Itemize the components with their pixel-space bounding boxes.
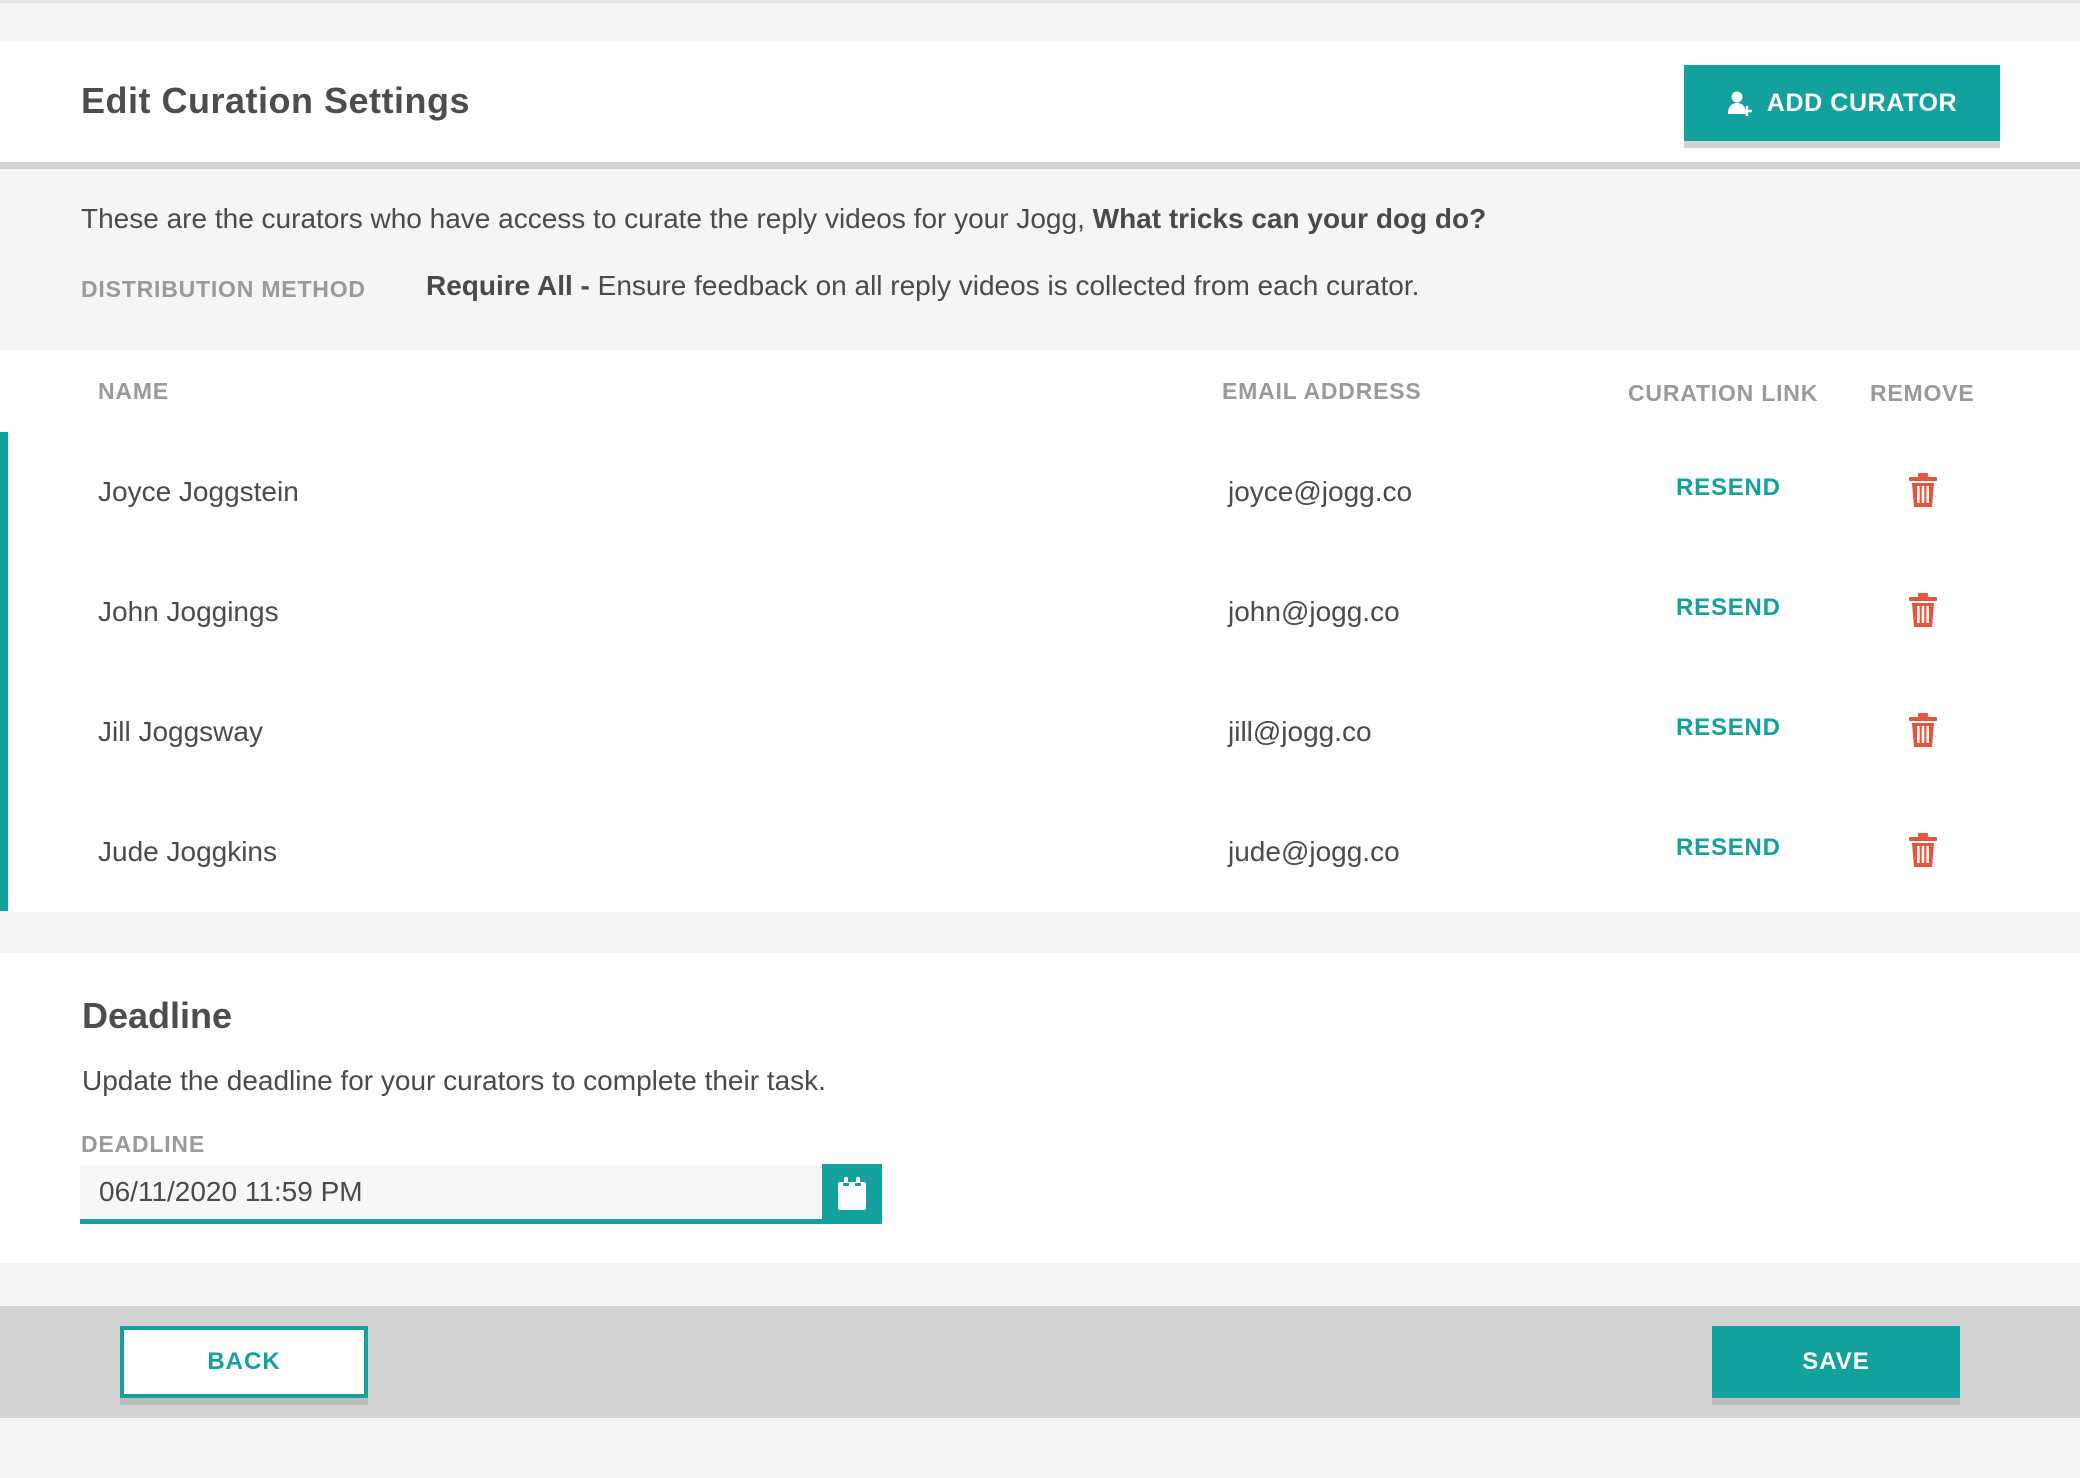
jogg-title: What tricks can your dog do? — [1092, 203, 1487, 234]
table-row: Jill Joggsway jill@jogg.co RESEND — [0, 672, 2080, 792]
add-user-icon — [1727, 91, 1752, 116]
top-border — [0, 0, 2080, 3]
table-row: John Joggings john@jogg.co RESEND — [0, 552, 2080, 672]
curator-email: joyce@jogg.co — [1228, 476, 1413, 507]
calendar-button[interactable] — [822, 1164, 882, 1224]
remove-curator-button[interactable] — [1908, 712, 1938, 748]
resend-link[interactable]: RESEND — [1676, 594, 1781, 622]
curator-name: Joyce Joggstein — [98, 476, 299, 507]
page-header: Edit Curation Settings ADD CURATOR — [0, 42, 2080, 169]
deadline-title: Deadline — [82, 995, 233, 1036]
distribution-method-name: Require All - — [426, 270, 590, 301]
table-row: Joyce Joggstein joyce@jogg.co RESEND — [0, 432, 2080, 552]
resend-link[interactable]: RESEND — [1676, 474, 1781, 502]
table-accent-bar — [0, 432, 8, 911]
remove-curator-button[interactable] — [1908, 472, 1938, 508]
curator-name: Jude Joggkins — [98, 836, 278, 867]
deadline-description: Update the deadline for your curators to… — [82, 1065, 826, 1096]
resend-link[interactable]: RESEND — [1676, 834, 1781, 862]
remove-curator-button[interactable] — [1908, 832, 1938, 868]
add-curator-button[interactable]: ADD CURATOR — [1684, 65, 2000, 141]
deadline-input[interactable] — [80, 1165, 841, 1224]
calendar-icon — [838, 1177, 866, 1210]
footer-bar: BACK SAVE — [0, 1306, 2080, 1418]
curators-table: NAME EMAIL ADDRESS CURATION LINK REMOVE … — [0, 350, 2080, 912]
curator-email: jill@jogg.co — [1228, 716, 1372, 747]
table-row: Jude Joggkins jude@jogg.co RESEND — [0, 792, 2080, 912]
column-header-remove: REMOVE — [1870, 380, 1975, 406]
curator-email: jude@jogg.co — [1228, 836, 1400, 867]
resend-link[interactable]: RESEND — [1676, 714, 1781, 742]
distribution-method-value: Require All - Ensure feedback on all rep… — [426, 270, 1419, 302]
trash-icon — [1909, 593, 1937, 627]
add-curator-label: ADD CURATOR — [1766, 88, 1958, 117]
curator-name: John Joggings — [98, 596, 279, 627]
curator-name: Jill Joggsway — [98, 716, 263, 747]
intro-section: These are the curators who have access t… — [0, 169, 2080, 350]
trash-icon — [1909, 713, 1937, 747]
curator-email: john@jogg.co — [1228, 596, 1400, 627]
back-button[interactable]: BACK — [120, 1326, 368, 1398]
distribution-method-description: Ensure feedback on all reply videos is c… — [597, 270, 1420, 301]
column-header-email: EMAIL ADDRESS — [1222, 378, 1422, 404]
deadline-section: Deadline Update the deadline for your cu… — [0, 953, 2080, 1263]
trash-icon — [1909, 473, 1937, 507]
intro-text: These are the curators who have access t… — [81, 203, 1486, 235]
deadline-field-label: DEADLINE — [81, 1131, 205, 1157]
intro-sentence: These are the curators who have access t… — [81, 203, 1085, 234]
page-title: Edit Curation Settings — [81, 80, 470, 121]
trash-icon — [1909, 833, 1937, 867]
column-header-curation-link: CURATION LINK — [1628, 380, 1819, 406]
remove-curator-button[interactable] — [1908, 592, 1938, 628]
save-button[interactable]: SAVE — [1712, 1326, 1960, 1398]
distribution-method-label: DISTRIBUTION METHOD — [81, 276, 366, 302]
column-header-name: NAME — [98, 378, 169, 404]
